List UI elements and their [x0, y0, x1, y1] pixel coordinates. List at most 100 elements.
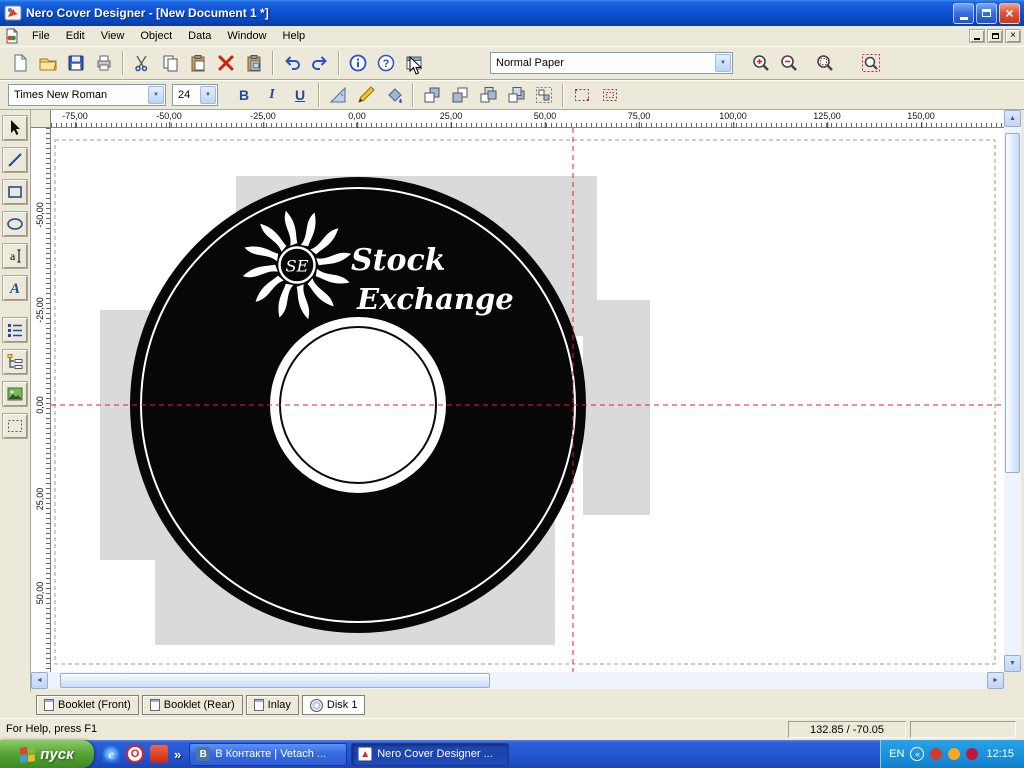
cut-button[interactable] — [128, 50, 156, 76]
restore-button[interactable] — [976, 2, 997, 24]
design-canvas[interactable]: SE Stock Exchange — [51, 128, 1004, 672]
rectangle-tool-button[interactable] — [2, 179, 28, 205]
fill-tool-button[interactable] — [380, 82, 408, 108]
pen-tool-button[interactable] — [352, 82, 380, 108]
chevron-down-icon[interactable]: ▼ — [200, 86, 216, 104]
tab-label: Booklet (Front) — [58, 699, 131, 711]
directory-tool-button[interactable] — [2, 349, 28, 375]
browser-quicklaunch-icon[interactable]: e — [102, 745, 120, 763]
disc-title-line1[interactable]: Stock — [351, 243, 446, 278]
scroll-down-button[interactable]: ▼ — [1004, 655, 1021, 672]
menu-help[interactable]: Help — [275, 26, 314, 46]
bring-to-front-button[interactable] — [418, 82, 446, 108]
svg-text:A: A — [9, 281, 20, 297]
track-list-tool-button[interactable] — [2, 317, 28, 343]
tab-booklet-rear[interactable]: Booklet (Rear) — [141, 695, 243, 715]
hide-tray-icons-button[interactable]: « — [910, 747, 925, 761]
taskbar-task-vkontakte[interactable]: B В Контакте | Vetach ... — [189, 742, 348, 766]
new-document-button[interactable] — [6, 50, 34, 76]
chevron-down-icon[interactable]: ▼ — [148, 86, 164, 104]
tray-icon-red[interactable] — [930, 748, 943, 760]
font-combobox[interactable]: Times New Roman ▼ — [8, 84, 166, 106]
save-button[interactable] — [62, 50, 90, 76]
menu-data[interactable]: Data — [180, 26, 219, 46]
horizontal-scroll-track[interactable] — [48, 672, 987, 689]
paste-special-button[interactable] — [240, 50, 268, 76]
close-button[interactable]: × — [999, 2, 1020, 24]
taskbar-task-nero[interactable]: ▲ Nero Cover Designer ... — [351, 742, 510, 766]
help-button[interactable]: ? — [372, 50, 400, 76]
paper-combobox[interactable]: Normal Paper ▼ — [490, 52, 733, 74]
undo-button[interactable] — [278, 50, 306, 76]
print-button[interactable] — [90, 50, 118, 76]
bring-forward-icon — [480, 87, 497, 103]
italic-button[interactable]: I — [258, 82, 286, 108]
zoom-fit-button[interactable] — [857, 50, 885, 76]
vertical-scrollbar[interactable]: ▲ ▼ — [1004, 110, 1021, 672]
language-indicator[interactable]: EN — [889, 748, 904, 760]
menu-object[interactable]: Object — [132, 26, 180, 46]
download-quicklaunch-icon[interactable] — [150, 745, 168, 763]
rectangle-icon — [8, 186, 22, 198]
zoom-in-button[interactable] — [747, 50, 775, 76]
bring-forward-button[interactable] — [474, 82, 502, 108]
ellipse-tool-button[interactable] — [2, 211, 28, 237]
image-tool-button[interactable] — [2, 381, 28, 407]
underline-button[interactable]: U — [286, 82, 314, 108]
opera-quicklaunch-icon[interactable]: O — [126, 745, 144, 763]
vertical-scroll-thumb[interactable] — [1005, 133, 1020, 473]
tray-icon-orange[interactable] — [948, 748, 961, 760]
selection-frame-button[interactable] — [568, 82, 596, 108]
copy-button[interactable] — [156, 50, 184, 76]
directory-tree-icon — [7, 354, 23, 369]
tab-disk-1[interactable]: Disk 1 — [301, 695, 366, 715]
chevron-down-icon[interactable]: ▼ — [715, 54, 731, 72]
font-size-combobox[interactable]: 24 ▼ — [172, 84, 218, 106]
artistic-text-tool-button[interactable]: A — [2, 275, 28, 301]
field-tool-button[interactable] — [2, 413, 28, 439]
scroll-left-button[interactable]: ◄ — [31, 672, 48, 689]
page-frame-button[interactable] — [596, 82, 624, 108]
scroll-up-button[interactable]: ▲ — [1004, 110, 1021, 127]
mouse-cursor — [409, 56, 423, 75]
select-tool-button[interactable] — [2, 115, 28, 141]
send-to-back-button[interactable] — [446, 82, 474, 108]
vertical-scroll-track[interactable] — [1004, 127, 1021, 655]
menu-edit[interactable]: Edit — [58, 26, 93, 46]
text-tool-icon: a — [10, 249, 21, 263]
menu-window[interactable]: Window — [219, 26, 274, 46]
toolbar-separator — [122, 51, 124, 75]
zoom-region-button[interactable] — [811, 50, 839, 76]
text-tool-button[interactable]: a — [2, 243, 28, 269]
scrollbar-corner — [1004, 672, 1021, 689]
disc-title-line2[interactable]: Exchange — [356, 282, 514, 316]
horizontal-scroll-thumb[interactable] — [60, 673, 490, 688]
line-tool-button[interactable] — [2, 147, 28, 173]
open-button[interactable] — [34, 50, 62, 76]
mdi-restore-button[interactable] — [987, 29, 1003, 43]
bold-button[interactable]: B — [230, 82, 258, 108]
scroll-right-button[interactable]: ► — [987, 672, 1004, 689]
toolbar-separator — [318, 83, 320, 107]
tray-clock[interactable]: 12:15 — [986, 748, 1014, 760]
menu-file[interactable]: File — [24, 26, 58, 46]
mdi-close-button[interactable]: × — [1005, 29, 1021, 43]
mdi-minimize-button[interactable] — [969, 29, 985, 43]
paste-button[interactable] — [184, 50, 212, 76]
minimize-button[interactable] — [953, 2, 974, 24]
delete-button[interactable] — [212, 50, 240, 76]
ruler-label: -25,00 — [250, 111, 276, 129]
start-button[interactable]: пуск — [0, 740, 94, 768]
info-button[interactable] — [344, 50, 372, 76]
measure-tool-button[interactable] — [324, 82, 352, 108]
menu-view[interactable]: View — [93, 26, 133, 46]
redo-button[interactable] — [306, 50, 334, 76]
tray-icon-crimson[interactable] — [966, 748, 979, 760]
tab-inlay[interactable]: Inlay — [245, 695, 299, 715]
quicklaunch-overflow-chevron[interactable]: » — [174, 747, 181, 762]
send-backward-button[interactable] — [502, 82, 530, 108]
zoom-out-button[interactable] — [775, 50, 803, 76]
horizontal-scrollbar[interactable]: ◄ ► — [31, 672, 1004, 689]
tab-booklet-front[interactable]: Booklet (Front) — [36, 695, 139, 715]
group-button[interactable] — [530, 82, 558, 108]
